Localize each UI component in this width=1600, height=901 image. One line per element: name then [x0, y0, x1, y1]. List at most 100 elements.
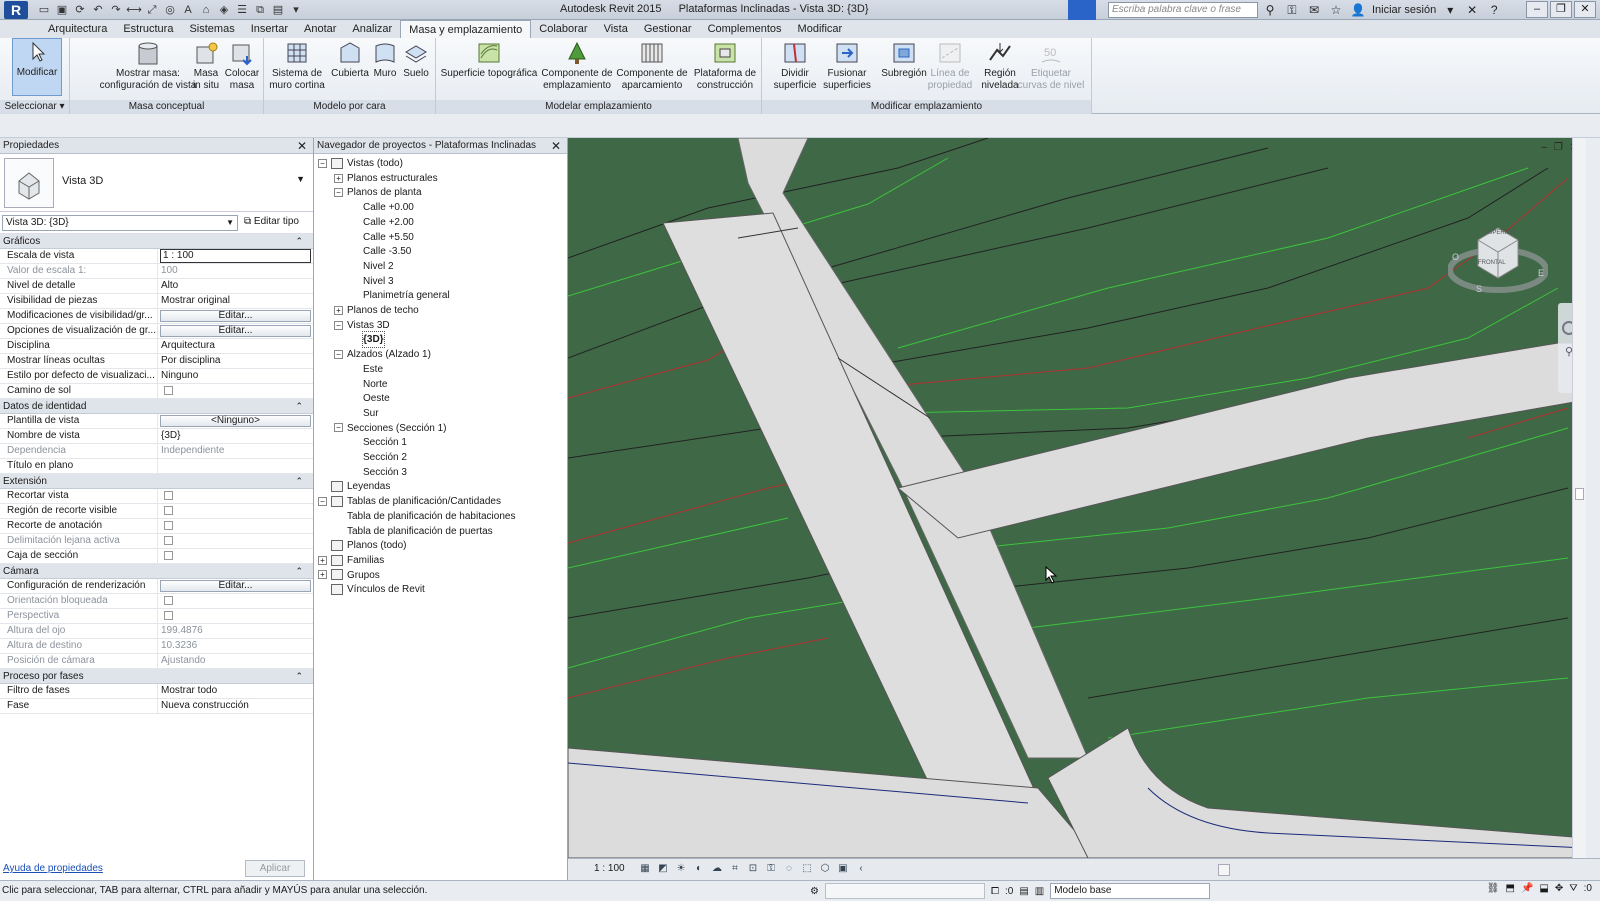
browser-node[interactable]: − Alzados (Alzado 1)	[334, 347, 431, 362]
type-selector[interactable]: Vista 3D ▼	[0, 154, 313, 212]
parking-component-button[interactable]: Componente de aparcamiento	[614, 40, 690, 92]
property-section-header[interactable]: Datos de identidad ⌃	[0, 399, 313, 414]
temporary-hide-icon[interactable]: ◌	[782, 862, 796, 876]
property-section-header[interactable]: Gráficos ⌃	[0, 234, 313, 249]
modify-button[interactable]: Modificar	[12, 38, 62, 96]
apply-button[interactable]: Aplicar	[245, 860, 305, 877]
floor-by-face-button[interactable]: Suelo	[398, 40, 434, 80]
collapse-icon[interactable]: ⌃	[295, 399, 303, 414]
select-underlay-icon[interactable]: ⬒	[1506, 883, 1515, 894]
communication-icon[interactable]: ✉	[1306, 2, 1322, 18]
collapse-icon[interactable]: −	[334, 188, 343, 198]
browser-node[interactable]: Norte	[363, 377, 387, 392]
panel-select-label[interactable]: Seleccionar ▾	[0, 100, 69, 114]
property-edit-button[interactable]: Editar...	[160, 310, 311, 322]
ribbon-tab[interactable]: Arquitectura	[40, 20, 115, 38]
property-value[interactable]: Editar...	[158, 309, 313, 323]
properties-help-link[interactable]: Ayuda de propiedades	[3, 863, 103, 874]
property-section-header[interactable]: Cámara ⌃	[0, 564, 313, 579]
vertical-scrollbar[interactable]	[1572, 138, 1586, 858]
place-mass-button[interactable]: Colocar masa	[222, 40, 262, 92]
property-edit-button[interactable]: Editar...	[160, 580, 311, 592]
select-links-icon[interactable]: ⛓	[1487, 883, 1500, 894]
browser-node[interactable]: + Planos estructurales	[334, 171, 438, 186]
property-value[interactable]: Arquitectura	[158, 339, 313, 353]
browser-node[interactable]: Planos (todo)	[331, 538, 406, 553]
property-checkbox[interactable]	[164, 551, 173, 560]
ribbon-tab[interactable]: Anotar	[296, 20, 344, 38]
worksets-icon[interactable]: ⚙	[810, 886, 819, 897]
customize-qat-icon[interactable]: ▾	[288, 2, 304, 18]
property-checkbox[interactable]	[164, 506, 173, 515]
favorites-star-icon[interactable]: ☆	[1328, 2, 1344, 18]
drag-elements-icon[interactable]: ✥	[1555, 883, 1563, 894]
select-by-face-icon[interactable]: ⬓	[1539, 883, 1548, 894]
browser-node[interactable]: Este	[363, 362, 383, 377]
browser-node[interactable]: {3D}	[362, 331, 385, 349]
ribbon-tab[interactable]: Analizar	[344, 20, 400, 38]
ribbon-tab[interactable]: Colaborar	[531, 20, 595, 38]
save-icon[interactable]: ▣	[54, 2, 70, 18]
property-value[interactable]: Alto	[158, 279, 313, 293]
property-edit-button[interactable]: Editar...	[160, 325, 311, 337]
viewcube-top-label[interactable]: SUPERIOR	[1484, 230, 1515, 236]
close-icon[interactable]: ✕	[297, 138, 307, 154]
curtain-system-button[interactable]: Sistema de muro cortina	[266, 40, 328, 92]
switch-windows-icon[interactable]: ▤	[270, 2, 286, 18]
browser-node[interactable]: Tabla de planificación de habitaciones	[347, 509, 515, 524]
ribbon-tab[interactable]: Gestionar	[636, 20, 700, 38]
property-checkbox[interactable]	[164, 521, 173, 530]
property-value[interactable]: Mostrar original	[158, 294, 313, 308]
view-scale[interactable]: 1 : 100	[594, 863, 625, 874]
editable-only-icon[interactable]: ⧠	[991, 886, 999, 897]
design-option-dropdown[interactable]: Modelo base	[1050, 883, 1211, 899]
property-value[interactable]	[158, 519, 313, 533]
help-icon[interactable]: ?	[1486, 2, 1502, 18]
select-pinned-icon[interactable]: 📌	[1521, 883, 1533, 894]
help-search-input[interactable]: Escriba palabra clave o frase	[1108, 2, 1258, 18]
collapse-icon[interactable]: ⌃	[295, 234, 303, 249]
collapse-icon[interactable]: ⌃	[295, 564, 303, 579]
browser-node[interactable]: − Vistas 3D	[334, 318, 390, 333]
design-options-icon[interactable]: ▤	[1019, 886, 1028, 897]
show-mass-button[interactable]: Mostrar masa: configuración de vista	[98, 40, 198, 92]
measure-icon[interactable]: ⟷	[126, 2, 142, 18]
collapse-icon[interactable]: ⌃	[295, 669, 303, 684]
collapse-icon[interactable]: −	[318, 496, 327, 506]
browser-node[interactable]: + Familias	[318, 553, 384, 568]
property-value[interactable]: Por disciplina	[158, 354, 313, 368]
property-value[interactable]: Nueva construcción	[158, 699, 313, 713]
ribbon-tab[interactable]: Modificar	[790, 20, 851, 38]
chevron-down-icon[interactable]: ▾	[1442, 2, 1458, 18]
restore-button[interactable]: ❐	[1550, 1, 1572, 18]
browser-node[interactable]: Calle +0.00	[363, 200, 414, 215]
lock-3d-icon[interactable]: ⚿	[764, 862, 778, 876]
redo-icon[interactable]: ↷	[108, 2, 124, 18]
browser-node[interactable]: Planimetría general	[363, 288, 450, 303]
compass-o[interactable]: O	[1452, 252, 1459, 262]
viewcube[interactable]: SUPERIOR FRONTAL O E S	[1448, 218, 1548, 298]
browser-node[interactable]: Calle +2.00	[363, 215, 414, 230]
browser-node[interactable]: − Tablas de planificación/Cantidades	[318, 494, 501, 509]
browser-node[interactable]: Vínculos de Revit	[331, 582, 425, 597]
property-value[interactable]: Editar...	[158, 579, 313, 593]
site-component-button[interactable]: Componente de emplazamiento	[540, 40, 614, 92]
building-pad-button[interactable]: Plataforma de construcción	[690, 40, 760, 92]
shadows-icon[interactable]: ◐	[692, 862, 706, 876]
scroll-thumb[interactable]	[1575, 488, 1584, 500]
browser-node[interactable]: Tabla de planificación de puertas	[347, 524, 493, 539]
collapse-icon[interactable]: ⌃	[295, 474, 303, 489]
wall-by-face-button[interactable]: Muro	[368, 40, 402, 80]
browser-node[interactable]: Sección 3	[363, 465, 407, 480]
expand-icon[interactable]: +	[318, 555, 327, 565]
chevron-down-icon[interactable]: ▼	[296, 174, 305, 184]
ribbon-tab[interactable]: Complementos	[700, 20, 790, 38]
exchange-icon[interactable]: ✕	[1464, 2, 1480, 18]
browser-node[interactable]: Sección 1	[363, 435, 407, 450]
property-value[interactable]: Mostrar todo	[158, 684, 313, 698]
minimize-view-icon[interactable]: –	[1542, 142, 1548, 153]
property-edit-button[interactable]: <Ninguno>	[160, 415, 311, 427]
browser-node[interactable]: Leyendas	[331, 479, 390, 494]
property-value[interactable]	[158, 384, 313, 398]
property-checkbox[interactable]	[164, 491, 173, 500]
